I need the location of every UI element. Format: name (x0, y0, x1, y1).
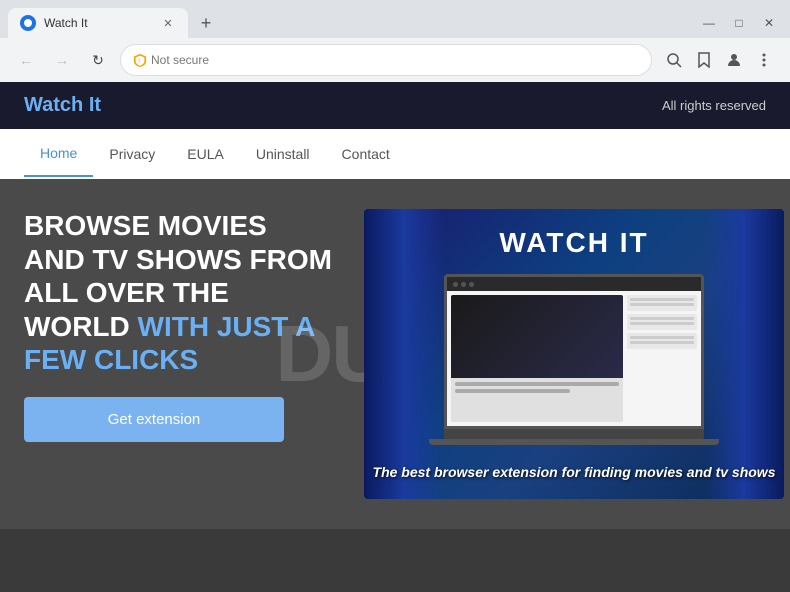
nav-item-privacy[interactable]: Privacy (93, 132, 171, 176)
hero-headline-highlight: WITH JUST A FEW CLICKS (24, 311, 314, 376)
svg-text:!: ! (138, 59, 140, 66)
hero-image-title: WATCH IT (364, 227, 784, 259)
sidebar-block-3 (627, 333, 697, 349)
address-bar: ← → ↻ ! Not secure (0, 38, 790, 82)
screen-text (451, 378, 623, 400)
sidebar-line-6 (630, 341, 694, 344)
tab-favicon (20, 15, 36, 31)
nav-item-uninstall[interactable]: Uninstall (240, 132, 326, 176)
screen-header (447, 277, 701, 291)
active-tab[interactable]: Watch It ✕ (8, 8, 188, 38)
laptop-screen (444, 274, 704, 429)
sidebar-block-1 (627, 295, 697, 311)
window-controls: — □ ✕ (696, 10, 782, 36)
back-button[interactable]: ← (12, 46, 40, 74)
tab-bar: Watch It ✕ + — □ ✕ (0, 0, 790, 38)
url-bar[interactable]: ! Not secure (120, 44, 652, 76)
site-nav: Home Privacy EULA Uninstall Contact (0, 129, 790, 179)
sidebar-line-2 (630, 303, 694, 306)
laptop-bottom (429, 439, 719, 445)
hero-left: BROWSE MOVIES AND TV SHOWS FROM ALL OVER… (24, 209, 334, 442)
sidebar-line-1 (630, 298, 694, 301)
screen-dot-1 (453, 282, 458, 287)
refresh-button[interactable]: ↻ (84, 46, 112, 74)
website-content: Watch It All rights reserved Home Privac… (0, 82, 790, 592)
sidebar-line-5 (630, 336, 694, 339)
security-indicator: ! Not secure (133, 53, 209, 67)
nav-item-eula[interactable]: EULA (171, 132, 240, 176)
sidebar-block-2 (627, 314, 697, 330)
header-copyright: All rights reserved (662, 98, 766, 113)
profile-icon[interactable] (720, 46, 748, 74)
tab-title: Watch It (44, 16, 152, 30)
nav-item-contact[interactable]: Contact (326, 132, 406, 176)
screen-line-1 (455, 382, 619, 386)
search-icon[interactable] (660, 46, 688, 74)
get-extension-button[interactable]: Get extension (24, 397, 284, 442)
site-main: DUSIK BROWSE MOVIES AND TV SHOWS FROM AL… (0, 179, 790, 529)
screen-dot-2 (461, 282, 466, 287)
site-logo[interactable]: Watch It (24, 94, 101, 117)
security-text: Not secure (151, 53, 209, 67)
screen-line-2 (455, 389, 570, 393)
sidebar-line-4 (630, 322, 694, 325)
laptop-base (444, 429, 704, 439)
hero-caption: The best browser extension for finding m… (364, 463, 784, 483)
maximize-button[interactable]: □ (726, 10, 752, 36)
browser-window: Watch It ✕ + — □ ✕ ← → ↻ ! Not secure (0, 0, 790, 82)
menu-icon[interactable] (750, 46, 778, 74)
screen-movie-img (451, 295, 623, 378)
minimize-button[interactable]: — (696, 10, 722, 36)
screen-sidebar (627, 295, 697, 422)
screen-content (447, 291, 701, 426)
laptop-mockup (444, 274, 704, 445)
tab-close-button[interactable]: ✕ (160, 15, 176, 31)
screen-main (451, 295, 623, 422)
hero-caption-text: The best browser extension for finding m… (364, 463, 784, 483)
nav-item-home[interactable]: Home (24, 131, 93, 177)
close-button[interactable]: ✕ (756, 10, 782, 36)
forward-button[interactable]: → (48, 46, 76, 74)
new-tab-button[interactable]: + (192, 9, 220, 37)
hero-headline: BROWSE MOVIES AND TV SHOWS FROM ALL OVER… (24, 209, 334, 377)
bookmark-icon[interactable] (690, 46, 718, 74)
site-header: Watch It All rights reserved (0, 82, 790, 129)
hero-image: WATCH IT (364, 209, 784, 499)
screen-dot-3 (469, 282, 474, 287)
toolbar-icons (660, 46, 778, 74)
sidebar-line-3 (630, 317, 694, 320)
